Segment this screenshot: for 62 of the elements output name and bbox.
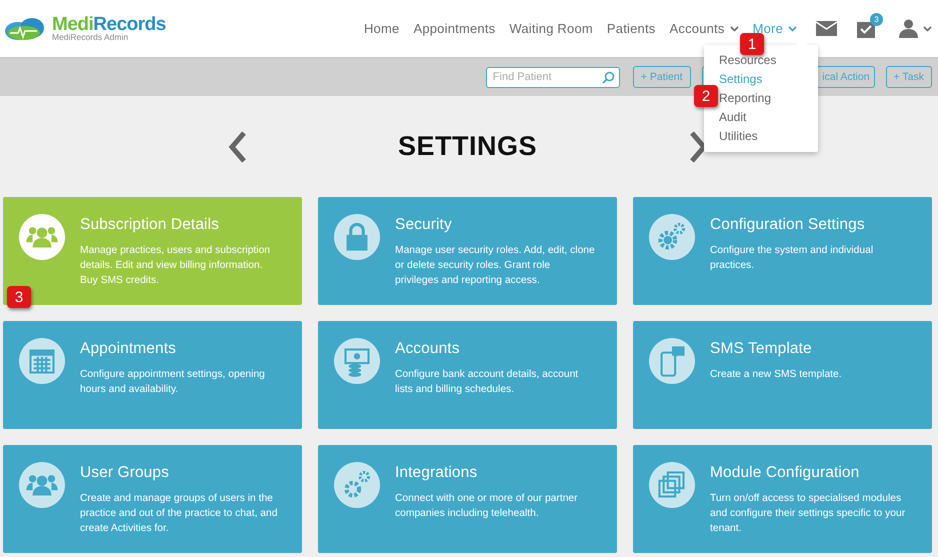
nav-link[interactable]: Patients <box>600 21 662 36</box>
card-title: Integrations <box>395 464 478 482</box>
card-description: Configure bank account details, account lists and billing schedules. <box>395 368 580 397</box>
logo-wordmark: MediRecords <box>52 15 166 34</box>
card-description: Turn on/off access to specialised modules and configure their settings specific to your tenant. <box>710 492 906 536</box>
caret-icon <box>923 26 932 32</box>
menu-item[interactable]: Utilities <box>719 127 818 146</box>
card-title: Accounts <box>395 340 461 358</box>
settings-card[interactable]: Module Configuration Turn on/off access to specialised modules and configure their settings specific to your tenant. <box>633 445 932 553</box>
card-title: Appointments <box>80 340 177 358</box>
users-icon <box>19 462 65 508</box>
settings-card[interactable]: User Groups Create and manage groups of users in the practice and out of the practice to chat, and create Activities for. <box>3 445 302 553</box>
toolbar-button[interactable]: + Task <box>886 66 932 88</box>
card-description: Configure appointment settings, opening hours and availability. <box>80 368 266 397</box>
nav-link[interactable]: Accounts <box>662 21 746 36</box>
card-description: Create and manage groups of users in the practice and out of the practice to chat, and create Activities for. <box>80 492 278 536</box>
card-description: Manage user security roles. Add, edit, clone or delete security roles. Grant role privileges and reporting access. <box>395 244 595 288</box>
menu-item[interactable]: Audit <box>719 108 818 127</box>
toolbar-button[interactable]: + Patient <box>632 66 691 88</box>
card-description: Configure the system and individual practices. <box>710 244 874 273</box>
notification-badge: 3 <box>870 12 883 26</box>
card-title: Configuration Settings <box>710 216 866 234</box>
settings-card[interactable]: Security Manage user security roles. Add, edit, clone or delete security roles. Grant role privileges and reporting access. <box>318 197 617 305</box>
settings-card[interactable]: SMS Template Create a new SMS template. <box>633 321 932 429</box>
page-title: SETTINGS <box>396 131 538 162</box>
card-description: Create a new SMS template. <box>710 368 842 382</box>
card-description: Manage practices, users and subscription details. Edit and view billing information. Buy SMS credits. <box>80 244 272 288</box>
settings-card[interactable]: Integrations Connect with one or more of our partner companies including telehealth. <box>318 445 617 553</box>
gears-icon <box>649 214 695 260</box>
calendar-icon <box>19 338 65 384</box>
user-icon[interactable] <box>899 19 918 38</box>
card-title: Security <box>395 216 453 234</box>
menu-item[interactable]: Settings <box>719 70 818 89</box>
nav-link[interactable]: Home <box>356 21 406 36</box>
search-icon <box>602 70 615 84</box>
phone-message-icon <box>649 338 695 384</box>
card-description: Connect with one or more of our partner companies including telehealth. <box>395 492 579 521</box>
search-field[interactable]: Find Patient <box>486 66 620 88</box>
users-icon <box>19 214 65 260</box>
card-title: User Groups <box>80 464 170 482</box>
caret-icon <box>730 26 739 32</box>
step-marker: 3 <box>7 286 31 308</box>
card-title: SMS Template <box>710 340 813 358</box>
nav-link[interactable]: Appointments <box>406 21 502 36</box>
settings-card[interactable]: Appointments Configure appointment settings, opening hours and availability. <box>3 321 302 429</box>
nav-link[interactable]: Waiting Room <box>502 21 600 36</box>
card-title: Subscription Details <box>80 216 220 234</box>
caret-icon <box>788 26 797 32</box>
menu-item[interactable]: Reporting <box>719 89 818 108</box>
card-title: Module Configuration <box>710 464 860 482</box>
gears-icon <box>334 462 380 508</box>
step-marker: 1 <box>740 33 764 55</box>
money-icon <box>334 338 380 384</box>
logo-subtitle: MediRecords Admin <box>52 33 130 42</box>
clipboard-check-icon[interactable] <box>857 20 875 38</box>
padlock-icon <box>334 214 380 260</box>
step-marker: 2 <box>694 85 718 107</box>
settings-card[interactable]: Configuration Settings Configure the system and individual practices. <box>633 197 932 305</box>
mail-icon[interactable] <box>816 21 837 36</box>
windows-icon <box>649 462 695 508</box>
nav-link[interactable]: More <box>746 21 804 36</box>
settings-card[interactable]: Accounts Configure bank account details, account lists and billing schedules. <box>318 321 617 429</box>
